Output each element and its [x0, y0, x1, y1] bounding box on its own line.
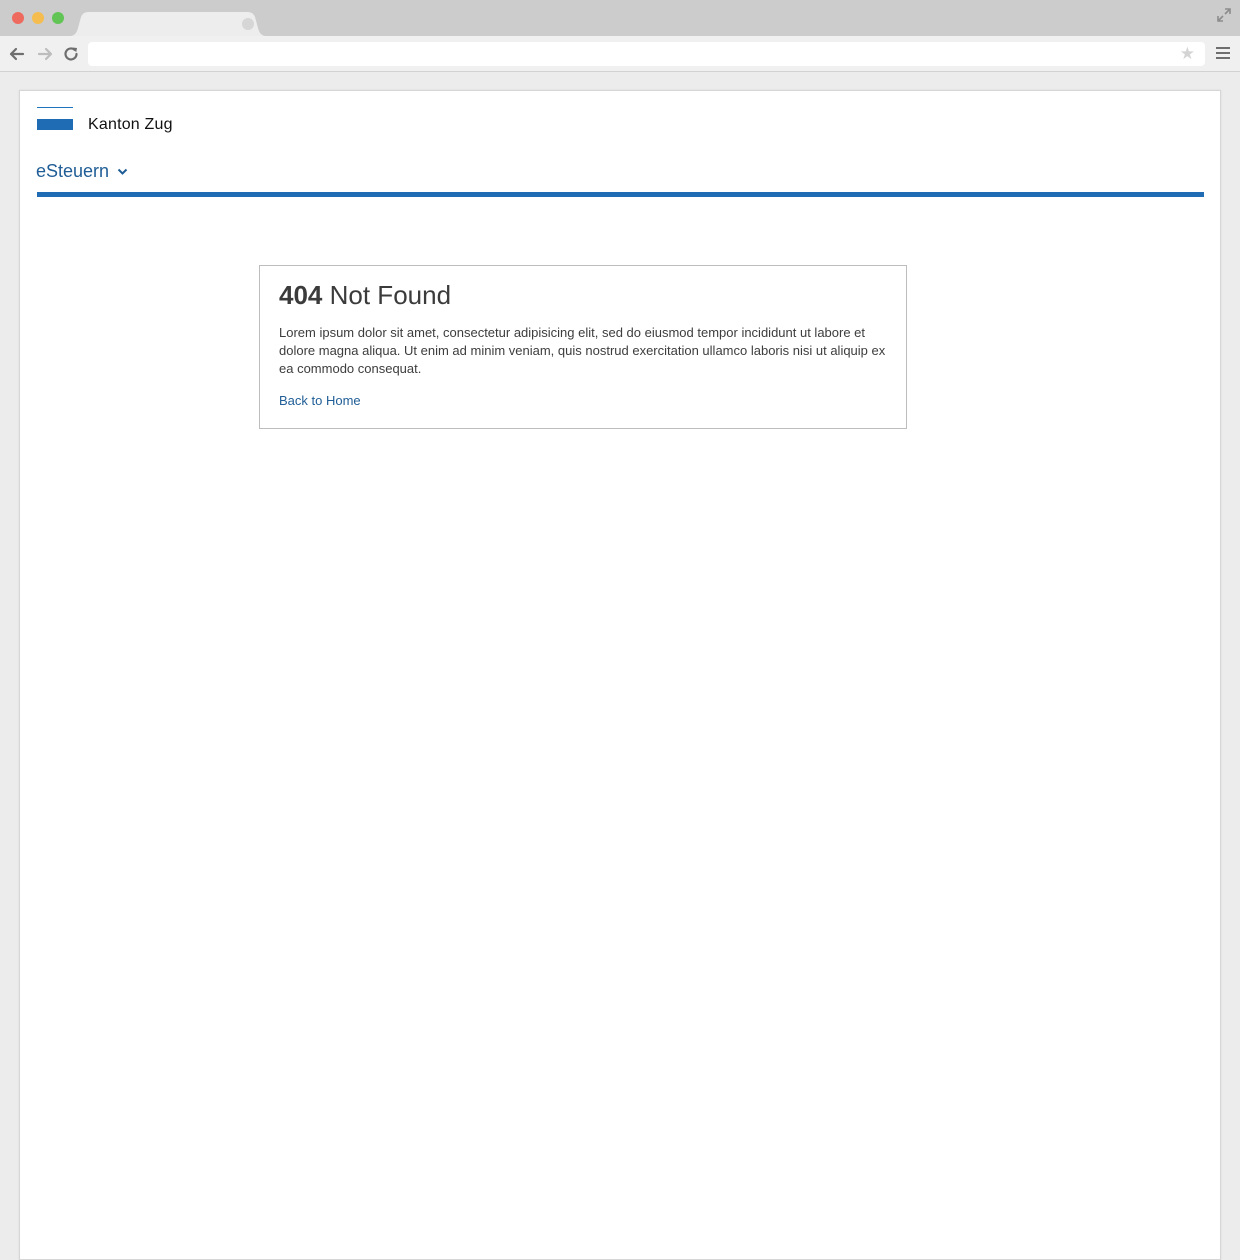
tab-close-icon[interactable]: [242, 18, 254, 30]
minimize-window-button[interactable]: [32, 12, 44, 24]
tab-shape: [70, 12, 266, 36]
page-viewport: Kanton Zug eSteuern 404 Not Found Lorem …: [19, 90, 1221, 1260]
brand-name: Kanton Zug: [88, 116, 173, 133]
browser-titlebar: [0, 0, 1240, 36]
logo-block: [37, 119, 73, 130]
reload-icon[interactable]: [62, 45, 80, 63]
back-to-home-link[interactable]: Back to Home: [279, 393, 361, 408]
error-card: 404 Not Found Lorem ipsum dolor sit amet…: [259, 265, 907, 429]
browser-tab[interactable]: [70, 12, 266, 36]
header-divider: [37, 192, 1204, 197]
arrow-right-icon[interactable]: [36, 45, 54, 63]
service-menu-dropdown[interactable]: eSteuern: [36, 161, 128, 182]
page-title: 404 Not Found: [279, 280, 887, 310]
logo-line: [37, 107, 73, 108]
close-window-button[interactable]: [12, 12, 24, 24]
error-title: Not Found: [329, 280, 452, 310]
service-menu-label: eSteuern: [36, 161, 110, 181]
arrow-left-icon[interactable]: [8, 45, 26, 63]
error-code: 404: [279, 280, 323, 310]
star-icon[interactable]: ★: [1180, 45, 1195, 63]
kanton-zug-logo[interactable]: [37, 107, 73, 131]
address-bar[interactable]: ★: [88, 42, 1205, 66]
chevron-down-icon: [117, 168, 128, 175]
browser-toolbar: ★: [0, 36, 1240, 72]
error-description: Lorem ipsum dolor sit amet, consectetur …: [279, 325, 886, 376]
expand-icon[interactable]: [1216, 7, 1232, 23]
hamburger-menu-icon[interactable]: [1216, 47, 1230, 61]
zoom-window-button[interactable]: [52, 12, 64, 24]
